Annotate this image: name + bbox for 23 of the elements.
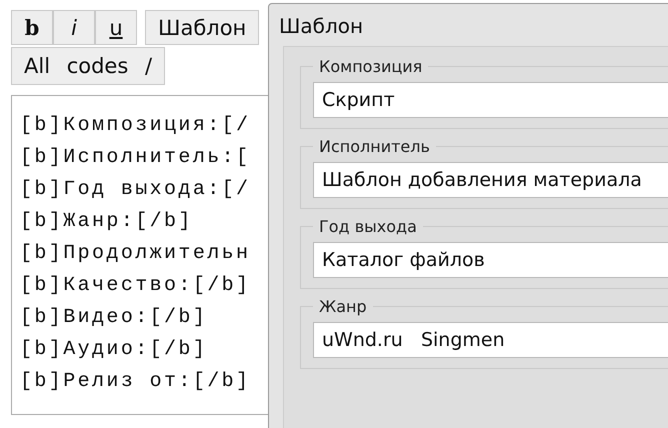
field-label: Год выхода <box>318 217 418 236</box>
text-field[interactable]: Шаблон добавления материала <box>313 162 668 198</box>
field-label: Композиция <box>318 57 424 76</box>
text-field[interactable]: uWnd.ru Singmen <box>313 322 668 358</box>
field-label: Исполнитель <box>318 137 431 156</box>
code-line: [b]Аудио:[/b] <box>20 337 208 363</box>
code-line: [b]Видео:[/b] <box>20 305 208 331</box>
text-field[interactable]: Скрипт <box>313 82 668 118</box>
code-line: [b]Композиция:[/ <box>20 113 250 139</box>
text-field[interactable]: Каталог файлов <box>313 242 668 278</box>
italic-button[interactable]: i <box>53 10 95 45</box>
code-line: [b]Исполнитель:[ <box>20 145 250 171</box>
bold-button[interactable]: b <box>11 10 53 45</box>
template-button[interactable]: Шаблон <box>145 10 260 45</box>
underline-button[interactable]: u <box>95 10 137 45</box>
code-line: [b]Продолжительн <box>20 241 250 267</box>
field-label: Жанр <box>318 297 368 316</box>
code-line: [b]Жанр:[/b] <box>20 209 193 235</box>
all-codes-button[interactable]: All codes / <box>11 47 166 85</box>
code-line: [b]Релиз от:[/b] <box>20 369 250 395</box>
dialog-title: Шаблон <box>278 13 364 40</box>
code-line: [b]Качество:[/b] <box>20 273 250 299</box>
code-line: [b]Год выхода:[/ <box>20 177 250 203</box>
